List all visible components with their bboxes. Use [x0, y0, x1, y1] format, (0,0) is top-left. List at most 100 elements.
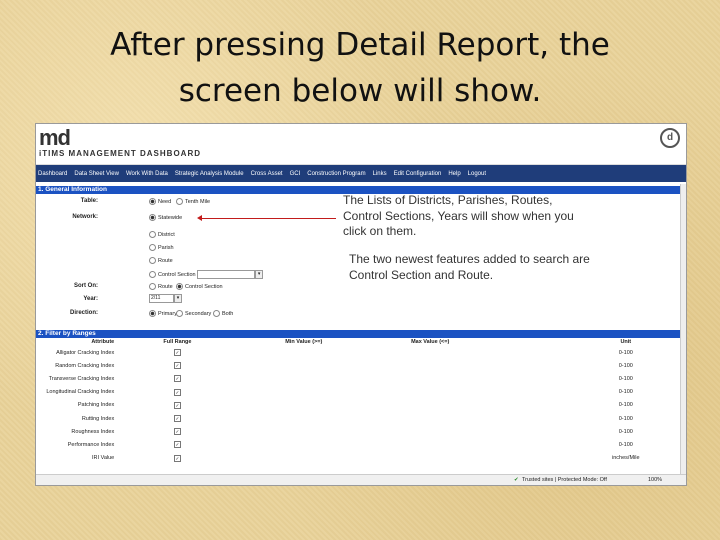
full-range-checkbox[interactable]: ✓ — [114, 452, 240, 465]
slide-title-line-2: screen below will show. — [178, 73, 542, 109]
max-value-cell[interactable] — [367, 359, 493, 372]
min-value-cell[interactable] — [241, 386, 367, 399]
min-value-cell[interactable] — [241, 359, 367, 372]
radio-selected-icon — [149, 310, 156, 317]
checkbox-icon[interactable]: ✓ — [173, 375, 181, 383]
full-range-checkbox[interactable]: ✓ — [114, 412, 240, 425]
network-option-route[interactable]: Route — [149, 257, 173, 264]
row-unit: inches/Mile — [612, 455, 640, 462]
table-option-need[interactable]: Need — [149, 198, 171, 205]
control-section-select[interactable] — [197, 270, 256, 279]
row-unit: 0-100 — [618, 441, 633, 448]
ranges-table: Attribute Full Range Min Value (>=) Max … — [36, 338, 686, 465]
max-value-cell[interactable] — [367, 412, 493, 425]
menu-help[interactable]: Help — [448, 171, 460, 177]
sort-option-control-section[interactable]: Control Section — [176, 283, 223, 290]
max-value-cell[interactable] — [367, 438, 493, 451]
col-min-value: Min Value (>=) — [240, 338, 367, 346]
dropdown-arrow-icon[interactable]: ▾ — [174, 294, 182, 303]
menu-data-sheet-view[interactable]: Data Sheet View — [74, 171, 119, 177]
year-select-box[interactable]: 2/11 — [149, 294, 174, 303]
checkbox-icon[interactable]: ✓ — [173, 415, 181, 423]
full-range-checkbox[interactable]: ✓ — [114, 425, 240, 438]
full-range-checkbox[interactable]: ✓ — [114, 386, 240, 399]
table-row: Performance Index ✓ 0-100 — [36, 438, 686, 451]
min-value-cell[interactable] — [241, 438, 367, 451]
slide-title-line-1: After pressing Detail Report, the — [110, 27, 610, 63]
ranges-table-header: Attribute Full Range Min Value (>=) Max … — [36, 338, 686, 346]
checkbox-icon[interactable]: ✓ — [173, 441, 181, 449]
checkbox-icon[interactable]: ✓ — [173, 454, 181, 462]
full-range-checkbox[interactable]: ✓ — [114, 438, 240, 451]
sort-option-route[interactable]: Route — [149, 283, 173, 290]
checkbox-icon[interactable]: ✓ — [173, 401, 181, 409]
radio-icon — [149, 257, 156, 264]
menu-construction-program[interactable]: Construction Program — [307, 171, 365, 177]
spacer-cell — [493, 425, 565, 438]
row-attribute: Performance Index — [67, 441, 115, 448]
spacer-cell — [493, 386, 565, 399]
max-value-cell[interactable] — [367, 346, 493, 359]
row-attribute: Transverse Cracking Index — [48, 375, 115, 382]
general-info-form: Table: Need Tenth Mile Network: Statewid… — [36, 193, 686, 330]
max-value-cell[interactable] — [367, 372, 493, 385]
menu-logout[interactable]: Logout — [468, 171, 486, 177]
direction-option-secondary[interactable]: Secondary — [176, 310, 211, 317]
max-value-cell[interactable] — [367, 399, 493, 412]
full-range-checkbox[interactable]: ✓ — [114, 372, 240, 385]
min-value-cell[interactable] — [241, 425, 367, 438]
network-option-parish[interactable]: Parish — [149, 244, 174, 251]
min-value-cell[interactable] — [241, 346, 367, 359]
radio-icon — [149, 271, 156, 278]
menu-gci[interactable]: GCI — [290, 171, 301, 177]
direction-option-both[interactable]: Both — [213, 310, 233, 317]
radio-selected-icon — [149, 214, 156, 221]
table-row: Patching Index ✓ 0-100 — [36, 399, 686, 412]
menu-work-with-data[interactable]: Work With Data — [126, 171, 168, 177]
table-row: Random Cracking Index ✓ 0-100 — [36, 359, 686, 372]
annotation-text-1: The Lists of Districts, Parishes, Routes… — [343, 193, 574, 238]
row-unit: 0-100 — [618, 428, 633, 435]
min-value-cell[interactable] — [241, 399, 367, 412]
full-range-checkbox[interactable]: ✓ — [114, 399, 240, 412]
max-value-cell[interactable] — [367, 386, 493, 399]
spacer-cell — [493, 438, 565, 451]
brand-d-icon: d — [660, 128, 680, 148]
max-value-cell[interactable] — [367, 452, 493, 465]
menu-edit-configuration[interactable]: Edit Configuration — [394, 171, 442, 177]
menu-strategic-analysis[interactable]: Strategic Analysis Module — [175, 171, 244, 177]
table-option-tenth-mile[interactable]: Tenth Mile — [176, 198, 210, 205]
vertical-scrollbar[interactable] — [680, 184, 686, 475]
network-option-district[interactable]: District — [149, 231, 175, 238]
max-value-cell[interactable] — [367, 425, 493, 438]
full-range-checkbox[interactable]: ✓ — [114, 359, 240, 372]
checkbox-icon[interactable]: ✓ — [173, 388, 181, 396]
row-attribute: Longitudinal Cracking Index — [46, 389, 115, 396]
slide-title: After pressing Detail Report, the screen… — [0, 22, 720, 114]
menu-links[interactable]: Links — [373, 171, 387, 177]
radio-icon — [213, 310, 220, 317]
full-range-checkbox[interactable]: ✓ — [114, 346, 240, 359]
min-value-cell[interactable] — [241, 412, 367, 425]
network-option-statewide[interactable]: Statewide — [149, 214, 182, 221]
checkbox-icon[interactable]: ✓ — [173, 362, 181, 370]
direction-option-primary[interactable]: Primary — [149, 310, 177, 317]
year-select[interactable]: 2/11 ▾ — [149, 294, 182, 303]
min-value-cell[interactable] — [241, 372, 367, 385]
table-label: Table: — [80, 198, 98, 204]
status-zoom[interactable]: 100% — [648, 475, 662, 485]
menu-dashboard[interactable]: Dashboard — [38, 171, 67, 177]
radio-icon — [149, 283, 156, 290]
radio-icon — [176, 198, 183, 205]
table-row: Alligator Cracking Index ✓ 0-100 — [36, 346, 686, 359]
menu-cross-asset[interactable]: Cross Asset — [251, 171, 283, 177]
spacer-cell — [493, 372, 565, 385]
checkbox-icon[interactable]: ✓ — [173, 428, 181, 436]
col-max-value: Max Value (<=) — [366, 338, 494, 346]
network-option-control-section[interactable]: Control Section ▾ — [149, 270, 264, 279]
radio-selected-icon — [149, 198, 156, 205]
row-unit: 0-100 — [618, 389, 633, 396]
dropdown-arrow-icon[interactable]: ▾ — [255, 270, 264, 279]
checkbox-icon[interactable]: ✓ — [173, 349, 181, 357]
min-value-cell[interactable] — [241, 452, 367, 465]
